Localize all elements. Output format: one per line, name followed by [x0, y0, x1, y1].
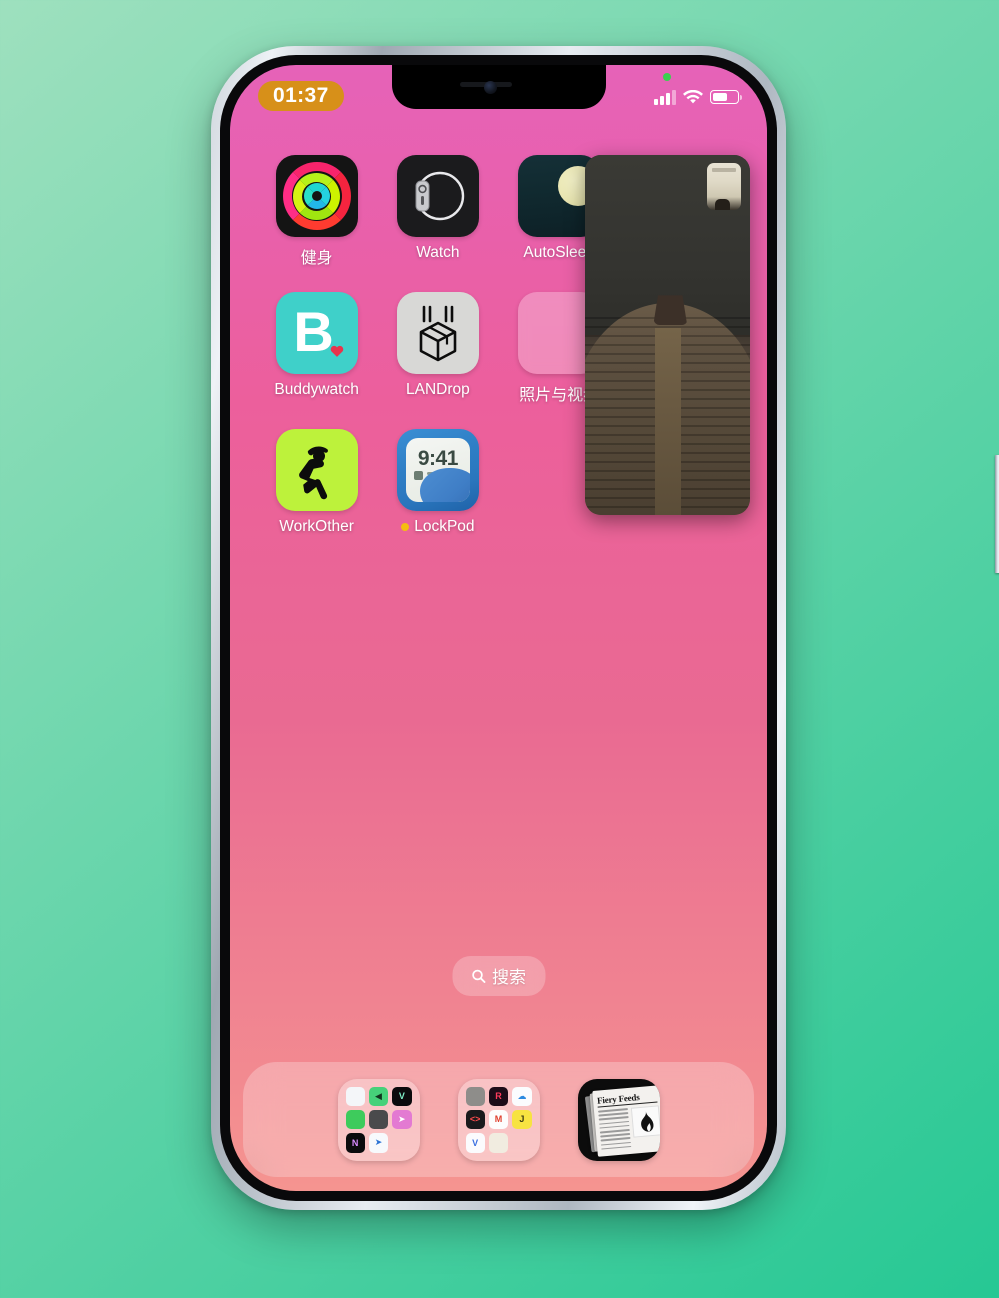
app-label-buddywatch: Buddywatch [274, 381, 359, 398]
dropping-box-icon[interactable] [396, 292, 479, 374]
stretching-person-icon[interactable] [275, 429, 358, 511]
app-label-watch: Watch [416, 244, 460, 261]
app-landrop[interactable]: LANDrop [377, 292, 498, 405]
status-indicators [654, 72, 742, 105]
app-workother[interactable]: WorkOther [256, 429, 377, 536]
letter-r-app-icon[interactable]: R [488, 1086, 509, 1106]
power-side-button[interactable] [995, 455, 999, 573]
iphone-device: 01:37 健身 Watch AutoSleep B Buddywatch LA… [211, 46, 999, 1210]
wechat-app-icon[interactable] [345, 1109, 365, 1130]
search-label: 搜索 [492, 968, 526, 987]
app-label-landrop: LANDrop [406, 381, 470, 398]
picture-in-picture-video[interactable] [585, 155, 750, 515]
pixel-blue-app-icon[interactable] [345, 1086, 365, 1106]
flame-icon [640, 1110, 653, 1132]
battery-icon [710, 90, 742, 104]
app-lockpod[interactable]: 9:41 LockPod [377, 429, 498, 536]
device-screen: 01:37 健身 Watch AutoSleep B Buddywatch LA… [230, 65, 767, 1191]
app-label-workother: WorkOther [279, 518, 354, 535]
fitness-rings-icon[interactable] [275, 155, 358, 237]
lockpod-preview-time: 9:41 [417, 447, 459, 470]
gray-tool-app-icon[interactable] [368, 1109, 389, 1130]
gmail-app-icon[interactable]: M [488, 1109, 509, 1130]
privacy-green-dot-icon [663, 72, 671, 81]
dock: ◀ V ➤ N ➤ R ☁ <> M J V Fiery Feeds [243, 1062, 754, 1177]
pip-knob [653, 295, 688, 326]
fiery-feeds-icon[interactable]: Fiery Feeds [577, 1078, 660, 1161]
camera-app-icon[interactable] [465, 1086, 485, 1106]
letter-b-heart-icon[interactable]: B [275, 292, 358, 374]
cloud-app-icon[interactable]: ☁ [512, 1086, 532, 1106]
device-bezel: 01:37 健身 Watch AutoSleep B Buddywatch LA… [220, 55, 777, 1201]
app-label-fitness: 健身 [300, 250, 333, 267]
dock-folder-utilities[interactable]: R ☁ <> M J V [457, 1078, 540, 1161]
front-camera-icon [483, 81, 497, 94]
app-buddywatch[interactable]: B Buddywatch [256, 292, 377, 405]
pip-post [654, 327, 681, 515]
code-brackets-app-icon[interactable]: <> [465, 1109, 485, 1130]
green-arrow-app-icon[interactable]: ◀ [368, 1086, 389, 1106]
status-time-pill[interactable]: 01:37 [258, 81, 344, 111]
heart-icon [330, 345, 343, 357]
letter-v-app-icon[interactable]: V [392, 1086, 412, 1106]
letter-v-blue-app-icon[interactable]: V [465, 1133, 485, 1153]
beige-app-icon[interactable] [488, 1133, 509, 1153]
cellular-signal-icon [654, 89, 676, 105]
pip-window-light [707, 163, 741, 210]
wifi-icon [683, 89, 703, 103]
app-fitness[interactable]: 健身 [256, 155, 377, 268]
blue-bird-app-icon[interactable]: ➤ [368, 1133, 389, 1153]
app-label-lockpod: LockPod [401, 518, 475, 536]
search-button[interactable]: 搜索 [452, 956, 545, 996]
update-badge-dot-icon [401, 523, 410, 531]
app-watch[interactable]: Watch [377, 155, 498, 268]
lockscreen-preview-icon[interactable]: 9:41 [396, 429, 479, 511]
app-label-lockpod-text: LockPod [414, 518, 475, 535]
letter-n-app-icon[interactable]: N [345, 1133, 365, 1153]
notch [391, 65, 606, 109]
search-icon [471, 969, 485, 983]
telegram-app-icon[interactable]: ➤ [392, 1109, 412, 1130]
letter-j-app-icon[interactable]: J [512, 1109, 532, 1130]
apple-watch-icon[interactable] [396, 155, 479, 237]
dock-folder-social[interactable]: ◀ V ➤ N ➤ [337, 1078, 420, 1161]
